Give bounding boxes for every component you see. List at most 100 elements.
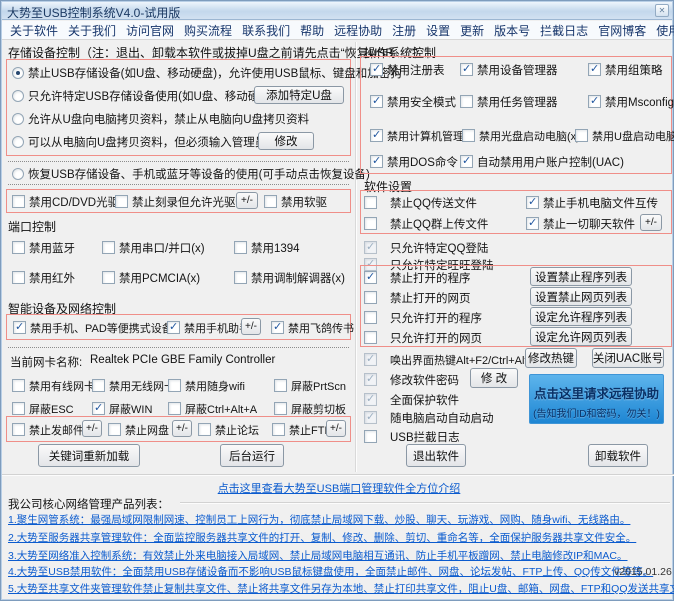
menu-item-must-read[interactable]: 使用必读 [651, 22, 674, 39]
checkbox-disable-modem[interactable]: 禁用调制解调器(x) [234, 270, 345, 285]
close-uac-account-button[interactable]: 关闭UAC账号 [592, 348, 664, 368]
add-specific-usb-button[interactable]: 添加特定U盘 [254, 86, 344, 104]
radio-pc-to-usb-password[interactable]: 可以从电脑向U盘拷贝资料，但必须输入管理员密码 [12, 134, 289, 149]
checkbox-hotkey[interactable]: 唤出界面热键Alt+F2/Ctrl+Alt+2 [364, 352, 540, 367]
menu-item-remote-assist[interactable]: 远程协助 [329, 22, 387, 39]
checkbox-full-protect[interactable]: 全面保护软件 [364, 392, 459, 407]
ftp-plus-minus-button[interactable]: +/- [326, 420, 346, 437]
usb-intro-link[interactable]: 点击这里查看大势至USB端口管理软件全方位介绍 [218, 483, 461, 495]
product-link-2[interactable]: 2.大势至服务器共享管理软件：全面监控服务器共享文件的打开、复制、修改、删除、剪… [8, 530, 636, 545]
checkbox-block-qq-file[interactable]: 禁止QQ传送文件 [364, 195, 477, 210]
product-link-5[interactable]: 5.大势至共享文件夹管理软件禁止复制共享文件、禁止将共享文件另存为本地、禁止打印… [8, 581, 674, 596]
radio-block-usb-storage[interactable]: 禁止USB存储设备(如U盘、移动硬盘)，允许使用USB鼠标、键盘和加密狗 [12, 65, 402, 80]
set-allowed-webpages-button[interactable]: 设定允许网页列表 [530, 327, 632, 346]
set-allowed-programs-button[interactable]: 设定允许程序列表 [530, 307, 632, 326]
checkbox-block-win[interactable]: 屏蔽WIN [92, 401, 152, 416]
chat-plus-minus-button[interactable]: +/- [640, 214, 662, 231]
checkbox-label: 禁用PCMCIA(x) [119, 270, 200, 286]
run-background-button[interactable]: 后台运行 [220, 444, 284, 467]
menu-item-about-software[interactable]: 关于软件 [5, 22, 63, 39]
checkbox-disable-dos[interactable]: 禁用DOS命令 [370, 154, 458, 169]
checkbox-disable-msconfig[interactable]: 禁用Msconfig [588, 94, 674, 109]
checkbox-only-specific-qq[interactable]: 只允许特定QQ登陆 [364, 240, 488, 255]
checkbox-block-ftp[interactable]: 禁止FTP [272, 422, 332, 437]
checkbox-disable-cddvd[interactable]: 禁用CD/DVD光驱 [12, 194, 119, 209]
checkbox-change-software-password[interactable]: 修改软件密码 [364, 372, 459, 387]
checkbox-block-prtscn[interactable]: 屏蔽PrtScn [274, 378, 346, 393]
product-link-4[interactable]: 4.大势至USB禁用软件：全面禁用USB存储设备而不影响USB鼠标键盘使用，全面… [8, 564, 653, 579]
assistant-plus-minus-button[interactable]: +/- [241, 318, 261, 335]
checkbox-block-all-chat[interactable]: 禁止一切聊天软件 [526, 216, 635, 231]
checkbox-autostart[interactable]: 随电脑启动自动启动 [364, 410, 494, 425]
checkbox-disable-pcmcia[interactable]: 禁用PCMCIA(x) [102, 270, 200, 285]
menu-item-visit-site[interactable]: 访问官网 [121, 22, 179, 39]
change-password-button[interactable]: 修 改 [470, 368, 518, 388]
checkbox-disable-1394[interactable]: 禁用1394 [234, 240, 300, 255]
checkbox-disable-infrared[interactable]: 禁用红外 [12, 270, 75, 285]
radio-restore-usb[interactable]: 恢复USB存储设备、手机或蓝牙等设备的使用(可手动点击恢复设备) [12, 166, 370, 181]
checkbox-disable-phone-pad[interactable]: 禁用手机、PAD等便携式设备 [13, 320, 173, 335]
menu-item-contact[interactable]: 联系我们 [237, 22, 295, 39]
uninstall-software-button[interactable]: 卸载软件 [588, 444, 648, 467]
menu-item-purchase[interactable]: 购买流程 [179, 22, 237, 39]
checkbox-block-phone-pc-transfer[interactable]: 禁止手机电脑文件互传 [526, 195, 658, 210]
menu-item-blog[interactable]: 官网博客 [593, 22, 651, 39]
reload-keywords-button[interactable]: 关键词重新加载 [38, 444, 140, 467]
checkbox-disable-usb-wifi[interactable]: 禁用随身wifi [168, 378, 245, 393]
radio-icon [12, 67, 24, 79]
menu-item-settings[interactable]: 设置 [421, 22, 455, 39]
checkbox-disable-device-manager[interactable]: 禁用设备管理器 [460, 62, 558, 77]
checkbox-icon [12, 271, 25, 284]
netdisk-plus-minus-button[interactable]: +/- [172, 420, 192, 437]
remote-assist-banner[interactable]: 点击这里请求远程协助 (告知我们ID和密码，勿关！) [529, 374, 664, 424]
checkbox-disable-wireless-nic[interactable]: 禁用无线网卡 [92, 378, 175, 393]
menu-item-update[interactable]: 更新 [455, 22, 489, 39]
checkbox-disable-wired-nic[interactable]: 禁用有线网卡 [12, 378, 95, 393]
menu-item-help[interactable]: 帮助 [295, 22, 329, 39]
checkbox-disable-serial[interactable]: 禁用串口/并口(x) [102, 240, 205, 255]
checkbox-block-netdisk[interactable]: 禁止网盘 [108, 422, 169, 437]
checkbox-disable-bluetooth[interactable]: 禁用蓝牙 [12, 240, 75, 255]
radio-allow-specific-usb[interactable]: 只允许特定USB存储设备使用(如U盘、移动硬盘) [12, 88, 275, 103]
checkbox-block-programs[interactable]: 禁止打开的程序 [364, 270, 471, 285]
menu-item-register[interactable]: 注册 [387, 22, 421, 39]
product-link-1[interactable]: 1.聚生网管系统：最强局域网限制网速、控制员工上网行为，彻底禁止局域网下载、炒股… [8, 512, 630, 527]
checkbox-disable-task-manager[interactable]: 禁用任务管理器 [460, 94, 558, 109]
checkbox-disable-computer-mgmt[interactable]: 禁用计算机管理 [370, 128, 464, 143]
set-blocked-programs-button[interactable]: 设置禁止程序列表 [530, 267, 632, 286]
checkbox-block-ctrl-alt-a[interactable]: 屏蔽Ctrl+Alt+A [168, 401, 257, 416]
checkbox-disable-safe-mode[interactable]: 禁用安全模式 [370, 94, 456, 109]
checkbox-disable-phone-assistant[interactable]: 禁用手机助手 [167, 320, 250, 335]
radio-usb-to-pc-only[interactable]: 允许从U盘向电脑拷贝资料，禁止从电脑向U盘拷贝资料 [12, 111, 309, 126]
checkbox-disable-registry[interactable]: 禁用注册表 [370, 62, 445, 77]
checkbox-icon [364, 331, 377, 344]
checkbox-disable-uac[interactable]: 自动禁用用户账户控制(UAC) [460, 154, 624, 169]
menu-item-about-us[interactable]: 关于我们 [63, 22, 121, 39]
checkbox-disable-feige[interactable]: 禁用飞鸽传书 [271, 320, 354, 335]
checkbox-usb-log[interactable]: USB拦截日志 [364, 429, 460, 444]
checkbox-block-webpages[interactable]: 禁止打开的网页 [364, 290, 471, 305]
menu-item-version[interactable]: 版本号 [489, 22, 535, 39]
burn-plus-minus-button[interactable]: +/- [236, 192, 258, 209]
product-link-3[interactable]: 3.大势至网络准入控制系统：有效禁止外来电脑接入局域网、禁止局域网电脑相互通讯、… [8, 548, 628, 563]
email-plus-minus-button[interactable]: +/- [82, 420, 102, 437]
checkbox-disable-usb-boot[interactable]: 禁用U盘启动电脑(x) [575, 128, 674, 143]
change-hotkey-button[interactable]: 修改热键 [525, 348, 577, 368]
radio-label: 恢复USB存储设备、手机或蓝牙等设备的使用(可手动点击恢复设备) [28, 166, 370, 182]
checkbox-disable-floppy[interactable]: 禁用软驱 [264, 194, 327, 209]
checkbox-disable-group-policy[interactable]: 禁用组策略 [588, 62, 663, 77]
checkbox-label: 禁用CD/DVD光驱 [29, 194, 119, 210]
modify-password-button[interactable]: 修改 [258, 132, 314, 150]
checkbox-block-email[interactable]: 禁止发邮件 [12, 422, 84, 437]
checkbox-block-clipboard[interactable]: 屏蔽剪切板 [274, 401, 346, 416]
checkbox-allow-only-programs[interactable]: 只允许打开的程序 [364, 310, 482, 325]
exit-software-button[interactable]: 退出软件 [406, 444, 466, 467]
menu-item-block-log[interactable]: 拦截日志 [535, 22, 593, 39]
checkbox-allow-only-webpages[interactable]: 只允许打开的网页 [364, 330, 482, 345]
checkbox-disable-cd-boot[interactable]: 禁用光盘启动电脑(x) [462, 128, 580, 143]
checkbox-block-qq-group-upload[interactable]: 禁止QQ群上传文件 [364, 216, 488, 231]
close-icon[interactable]: ✕ [655, 4, 669, 17]
checkbox-block-forum[interactable]: 禁止论坛 [198, 422, 259, 437]
checkbox-block-esc[interactable]: 屏蔽ESC [12, 401, 74, 416]
set-blocked-webpages-button[interactable]: 设置禁止网页列表 [530, 287, 632, 306]
